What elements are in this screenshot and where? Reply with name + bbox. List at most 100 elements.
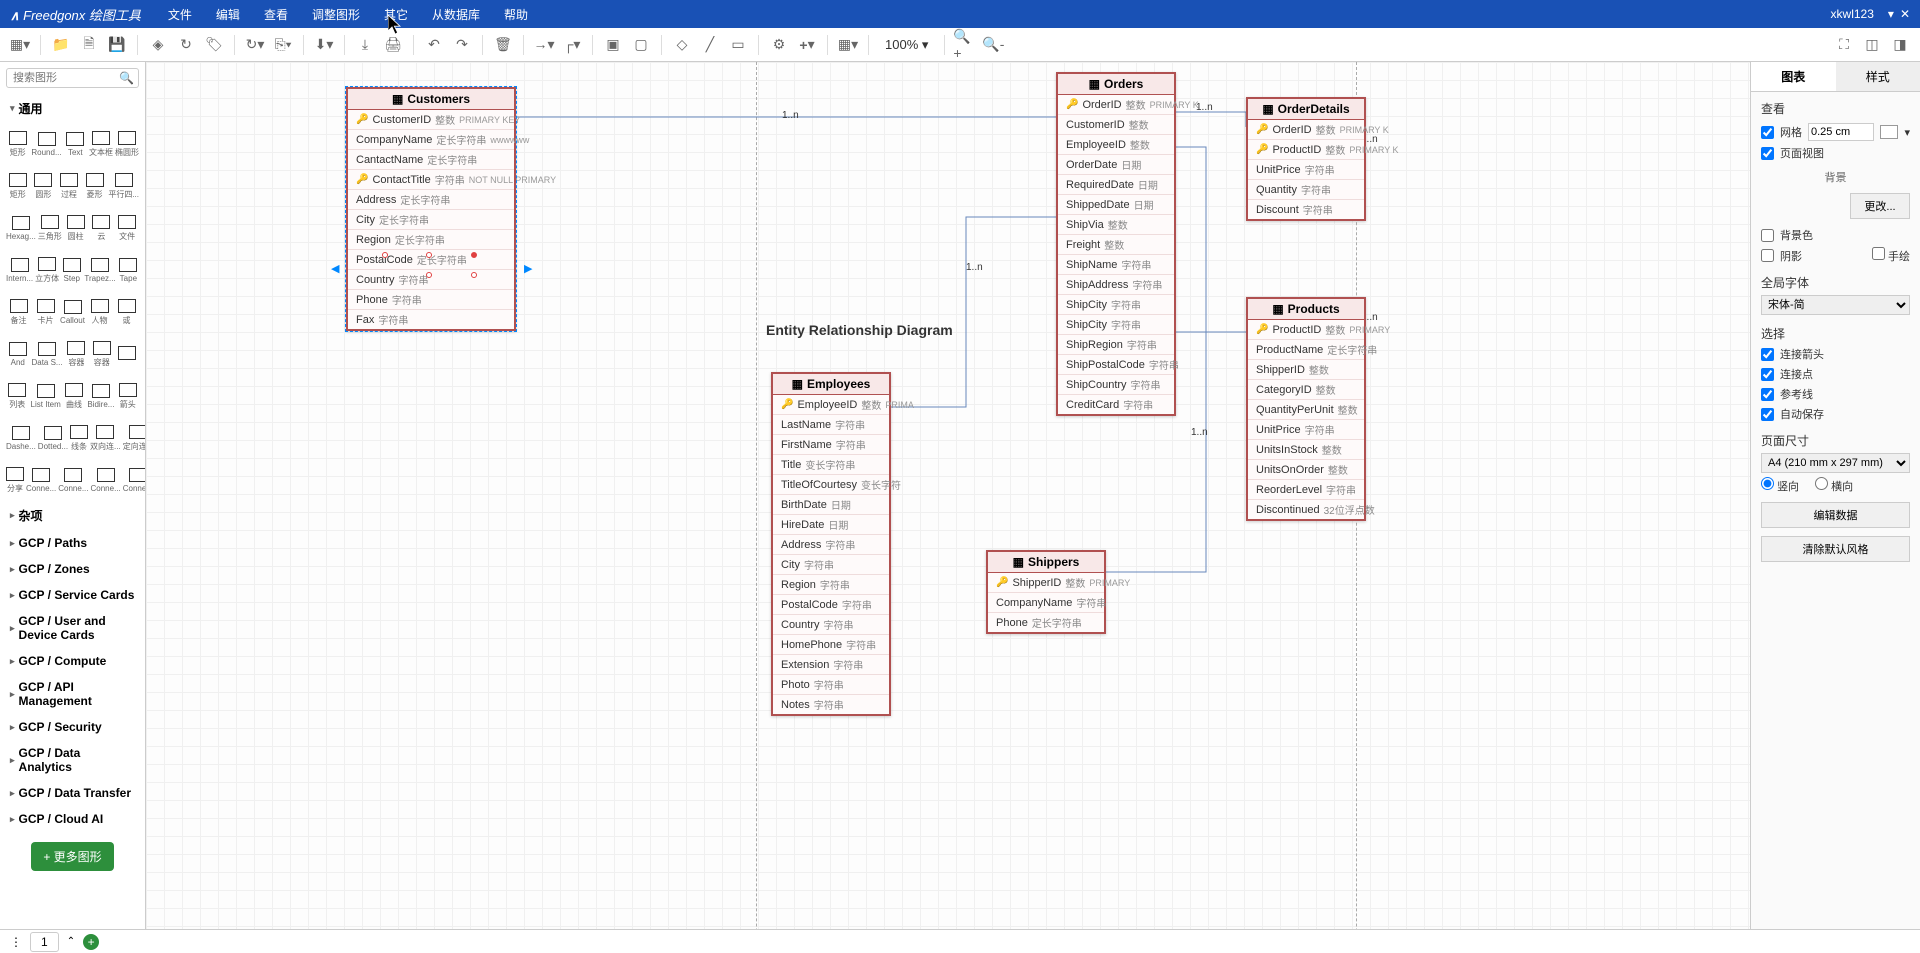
menu-edit[interactable]: 编辑 [204,2,252,27]
category-item[interactable]: GCP / User and Device Cards [0,608,145,648]
shape-palette-item[interactable]: 线条 [70,421,88,455]
shape-palette-item[interactable]: 矩形 [6,169,30,203]
entity-column[interactable]: ShipRegion 字符串 [1058,335,1174,355]
shape-palette-item[interactable]: 云 [90,211,114,245]
shape-palette-item[interactable]: Data S... [31,337,62,371]
add-page-button[interactable]: + [83,934,99,950]
shape-palette-item[interactable]: 过程 [57,169,81,203]
shape-palette-item[interactable]: 列表 [6,379,29,413]
menu-help[interactable]: 帮助 [492,2,540,27]
shape-palette-item[interactable]: 平行四... [108,169,139,203]
shape-palette-item[interactable]: Tape [118,253,139,287]
entity-column[interactable]: FirstName 字符串 [773,435,889,455]
entity-column[interactable]: City 字符串 [773,555,889,575]
entity-column[interactable]: QuantityPerUnit 整数 [1248,400,1364,420]
shape-palette-item[interactable]: 双向连... [90,421,121,455]
share-icon[interactable]: ◈ [146,33,170,57]
shape-palette-item[interactable]: 矩形 [6,127,29,161]
panel-right-icon[interactable]: ◨ [1888,33,1912,57]
entity-column[interactable]: BirthDate 日期 [773,495,889,515]
pageview-checkbox[interactable] [1761,147,1774,160]
shape-palette-item[interactable]: Dashe... [6,421,36,455]
page-menu-icon[interactable]: ⋮ [10,935,22,949]
newdoc-icon[interactable]: 🗎 [77,33,101,57]
entity-column[interactable]: ShipCity 字符串 [1058,315,1174,335]
copy-icon[interactable]: ⎘▾ [271,33,295,57]
entity-column[interactable]: Freight 整数 [1058,235,1174,255]
shape-palette-item[interactable]: Step [61,253,82,287]
shape-palette-item[interactable]: Conne... [26,463,56,497]
shape-palette-item[interactable]: 箭头 [116,379,139,413]
shape-palette-item[interactable]: Round... [31,127,61,161]
entity-column[interactable]: UnitsOnOrder 整数 [1248,460,1364,480]
entity-column[interactable]: PostalCode 字符串 [773,595,889,615]
zoom-out-icon[interactable]: 🔍- [981,33,1005,57]
autosave-checkbox[interactable] [1761,408,1774,421]
shape-palette-item[interactable]: Text [64,127,87,161]
entity-orderdetails[interactable]: ▦OrderDetails 🔑OrderID 整数 PRIMARY K🔑Prod… [1246,97,1366,221]
entity-column[interactable]: Phone 定长字符串 [988,613,1104,632]
pagesize-select[interactable]: A4 (210 mm x 297 mm) [1761,453,1910,473]
entity-column[interactable]: ShippedDate 日期 [1058,195,1174,215]
entity-column[interactable]: 🔑ProductID 整数 PRIMARY [1248,320,1364,340]
page-tab-1[interactable]: 1 [30,932,59,952]
arrow-style-icon[interactable]: →▾ [532,33,556,57]
category-item[interactable]: GCP / Data Analytics [0,740,145,780]
entity-column[interactable]: Address 定长字符串 [348,190,514,210]
export-icon[interactable]: ⤓ [353,33,377,57]
edit-data-button[interactable]: 编辑数据 [1761,502,1910,528]
menu-file[interactable]: 文件 [156,2,204,27]
shape-palette-item[interactable]: 椭圆形 [115,127,139,161]
entity-column[interactable]: ShipPostalCode 字符串 [1058,355,1174,375]
portrait-radio[interactable] [1761,477,1774,490]
canvas[interactable]: ▦Customers 🔑CustomerID 整数 PRIMARY KEYCom… [146,62,1750,929]
entity-column[interactable]: Discontinued 32位浮点数 [1248,500,1364,519]
shape-palette-item[interactable]: Dotted... [38,421,68,455]
entity-column[interactable]: 🔑ShipperID 整数 PRIMARY [988,573,1104,593]
shape-palette-item[interactable]: Intern... [6,253,33,287]
more-shapes-button[interactable]: + 更多图形 [31,842,113,871]
shape-palette-item[interactable]: 菱形 [83,169,107,203]
entity-column[interactable]: City 定长字符串 [348,210,514,230]
menu-database[interactable]: 从数据库 [420,2,492,27]
shape-palette-item[interactable]: Hexag... [6,211,36,245]
entity-column[interactable]: CompanyName 定长字符串 wwwwww [348,130,514,150]
shape-palette-item[interactable]: 文件 [115,211,139,245]
entity-column[interactable]: LastName 字符串 [773,415,889,435]
shape-palette-item[interactable]: 三角形 [38,211,62,245]
entity-column[interactable]: EmployeeID 整数 [1058,135,1174,155]
line-icon[interactable]: ╱ [698,33,722,57]
category-item[interactable]: 杂项 [0,501,145,530]
shape-palette-item[interactable]: 备注 [6,295,31,329]
entity-column[interactable]: OrderDate 日期 [1058,155,1174,175]
entity-orders[interactable]: ▦Orders 🔑OrderID 整数 PRIMARY KCustomerID … [1056,72,1176,416]
menu-view[interactable]: 查看 [252,2,300,27]
points-checkbox[interactable] [1761,368,1774,381]
fill-icon[interactable]: ◇ [670,33,694,57]
print-icon[interactable]: 🖨 [381,33,405,57]
entity-column[interactable]: TitleOfCourtesy 变长字符 [773,475,889,495]
shape-palette-item[interactable]: Bidire... [87,379,114,413]
category-item[interactable]: GCP / Compute [0,648,145,674]
category-item[interactable]: GCP / Data Transfer [0,780,145,806]
zoom-level[interactable]: 100% ▾ [877,37,936,53]
undo-icon[interactable]: ↶ [422,33,446,57]
entity-column[interactable]: HomePhone 字符串 [773,635,889,655]
shape-palette-item[interactable]: 卡片 [33,295,58,329]
front-icon[interactable]: ▣ [601,33,625,57]
shape-palette-item[interactable]: Trapez... [84,253,115,287]
entity-column[interactable]: Region 定长字符串 [348,230,514,250]
entity-column[interactable]: CreditCard 字符串 [1058,395,1174,414]
fullscreen-icon[interactable]: ⛶ [1832,33,1856,57]
rect-icon[interactable]: ▭ [726,33,750,57]
entity-column[interactable]: CategoryID 整数 [1248,380,1364,400]
entity-column[interactable]: Region 字符串 [773,575,889,595]
menu-other[interactable]: 其它 [372,2,420,27]
font-select[interactable]: 宋体-简 [1761,295,1910,315]
redo-icon[interactable]: ↷ [450,33,474,57]
entity-column[interactable]: 🔑CustomerID 整数 PRIMARY KEY [348,110,514,130]
entity-column[interactable]: Photo 字符串 [773,675,889,695]
landscape-radio[interactable] [1815,477,1828,490]
entity-column[interactable]: UnitsInStock 整数 [1248,440,1364,460]
gear-icon[interactable]: ⚙ [767,33,791,57]
